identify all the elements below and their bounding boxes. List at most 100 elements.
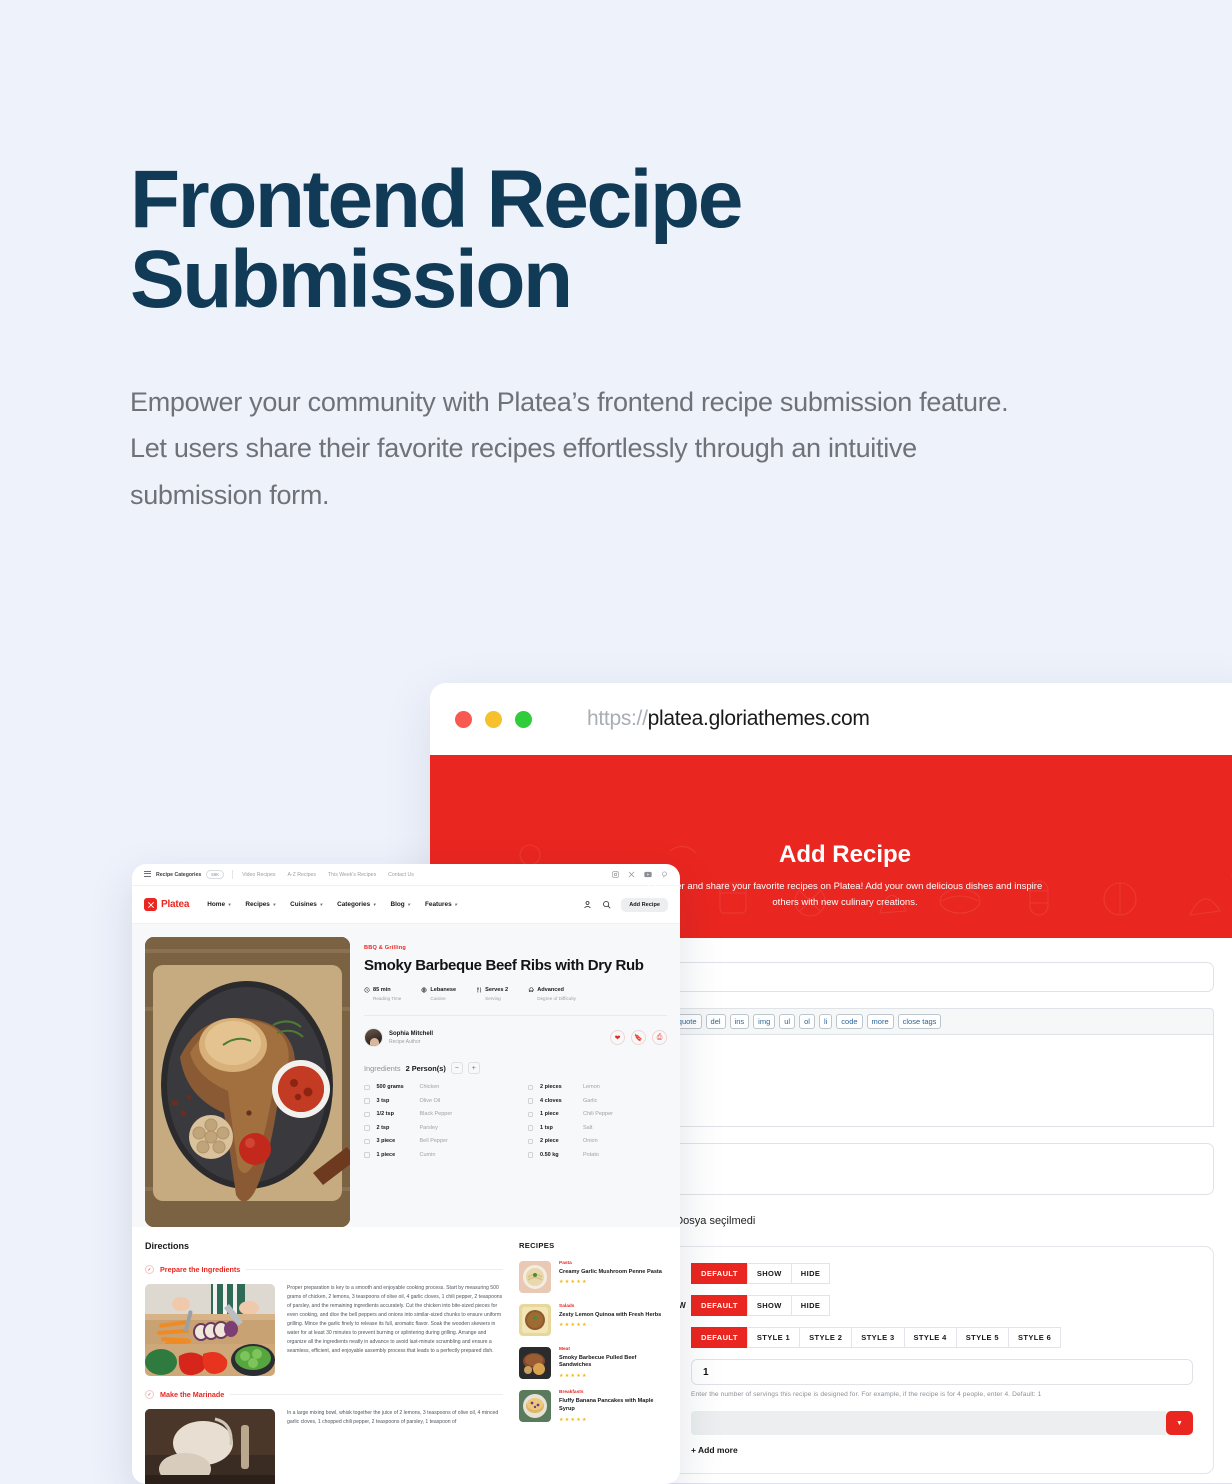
top-link-a-z-recipes[interactable]: A-Z Recipes xyxy=(287,872,316,878)
servings-input[interactable]: 1 xyxy=(691,1359,1193,1385)
menu-burger-icon[interactable] xyxy=(144,870,151,879)
sidebar-recipe-title[interactable]: Fluffy Banana Pancakes with Maple Syrup xyxy=(559,1398,667,1414)
ingredient-item[interactable]: 2 pieces Lemon xyxy=(527,1084,668,1091)
segment-style-4[interactable]: STYLE 4 xyxy=(903,1327,957,1348)
nav-item-features[interactable]: Features ▾ xyxy=(425,901,457,908)
quicktag-ins-button[interactable]: ins xyxy=(729,1014,750,1029)
maximize-green-icon[interactable] xyxy=(515,710,532,728)
ingredient-item[interactable]: 2 tsp Parsley xyxy=(364,1125,504,1131)
sidebar-recipe-category[interactable]: Breakfasts xyxy=(559,1390,667,1395)
chevron-down-icon[interactable]: ▼ xyxy=(1166,1411,1193,1435)
ingredient-checkbox[interactable] xyxy=(527,1138,533,1144)
x-icon[interactable] xyxy=(628,871,635,878)
sidebar-recipe-category[interactable]: Meat xyxy=(559,1347,667,1352)
ingredient-item[interactable]: 4 cloves Garlic xyxy=(527,1098,668,1104)
top-link-this-weeks-recipes[interactable]: This Week's Recipes xyxy=(328,872,376,878)
ingredient-checkbox[interactable] xyxy=(364,1111,370,1117)
nav-item-blog[interactable]: Blog ▾ xyxy=(390,901,410,908)
top-link-video-recipes[interactable]: Video Recipes xyxy=(242,872,275,878)
quicktag-li-button[interactable]: li xyxy=(818,1014,833,1029)
sidebar-recipe-title[interactable]: Zesty Lemon Quinoa with Fresh Herbs xyxy=(559,1312,661,1320)
ingredient-select-input[interactable] xyxy=(691,1411,1166,1435)
ingredient-checkbox[interactable] xyxy=(527,1111,533,1117)
recipe-category[interactable]: BBQ & Grilling xyxy=(364,945,667,951)
instagram-icon[interactable] xyxy=(612,871,619,878)
search-icon[interactable] xyxy=(602,900,611,909)
ingredient-item[interactable]: 0.50 kg Potato xyxy=(527,1152,668,1158)
servings-increase-button[interactable]: + xyxy=(467,1062,480,1075)
ingredient-checkbox[interactable] xyxy=(527,1084,533,1090)
segment-default[interactable]: DEFAULT xyxy=(691,1263,748,1284)
youtube-icon[interactable] xyxy=(644,871,652,878)
ingredient-checkbox[interactable] xyxy=(364,1152,370,1158)
minimize-yellow-icon[interactable] xyxy=(485,710,502,728)
segment-style-3[interactable]: STYLE 3 xyxy=(851,1327,905,1348)
print-icon[interactable]: ⎙ xyxy=(652,1030,667,1046)
segment-style-2[interactable]: STYLE 2 xyxy=(799,1327,853,1348)
quicktag-del-button[interactable]: del xyxy=(705,1014,726,1029)
quicktag-close-tags-button[interactable]: close tags xyxy=(897,1014,942,1029)
style-row-segments[interactable]: DEFAULT STYLE 1 STYLE 2 STYLE 3 STYLE 4 … xyxy=(691,1327,1062,1348)
ingredient-checkbox[interactable] xyxy=(527,1098,533,1104)
quicktag-ol-button[interactable]: ol xyxy=(799,1014,815,1029)
ingredient-checkbox[interactable] xyxy=(527,1152,533,1158)
segment-style-5[interactable]: STYLE 5 xyxy=(955,1327,1009,1348)
ingredient-checkbox[interactable] xyxy=(364,1125,370,1131)
segment-hide[interactable]: HIDE xyxy=(790,1263,831,1284)
add-more-button[interactable]: + Add more xyxy=(691,1445,1193,1455)
segment-default[interactable]: DEFAULT xyxy=(691,1327,748,1348)
ingredient-item[interactable]: 1 piece Chili Pepper xyxy=(527,1111,668,1117)
recipe-excerpt-textarea[interactable] xyxy=(600,1143,1214,1195)
ingredient-checkbox[interactable] xyxy=(364,1098,370,1104)
ingredient-checkbox[interactable] xyxy=(527,1125,533,1131)
sidebar-recipe-category[interactable]: Pasta xyxy=(559,1261,662,1266)
toggle-row-1-segments[interactable]: DEFAULT SHOW HIDE xyxy=(691,1263,831,1284)
ingredient-checkbox[interactable] xyxy=(364,1084,370,1090)
nav-item-cuisines[interactable]: Cuisines ▾ xyxy=(290,901,322,908)
segment-style-6[interactable]: STYLE 6 xyxy=(1008,1327,1062,1348)
top-link-contact-us[interactable]: Contact Us xyxy=(388,872,414,878)
brand-logo[interactable]: Platea xyxy=(144,898,189,911)
ingredient-checkbox[interactable] xyxy=(364,1138,370,1144)
quicktag-img-button[interactable]: img xyxy=(753,1014,776,1029)
ingredient-item[interactable]: 2 piece Onion xyxy=(527,1138,668,1144)
user-icon[interactable] xyxy=(583,900,592,909)
ingredient-item[interactable]: 3 piece Bell Pepper xyxy=(364,1138,504,1144)
segment-show[interactable]: SHOW xyxy=(746,1263,792,1284)
sidebar-recipe-item[interactable]: Salads Zesty Lemon Quinoa with Fresh Her… xyxy=(519,1304,667,1336)
ingredient-item[interactable]: 1/2 tsp Black Pepper xyxy=(364,1111,504,1117)
sidebar-recipe-title[interactable]: Creamy Garlic Mushroom Penne Pasta xyxy=(559,1269,662,1277)
segment-hide[interactable]: HIDE xyxy=(790,1295,831,1316)
recipe-title-input[interactable] xyxy=(600,962,1214,992)
nav-item-recipes[interactable]: Recipes ▾ xyxy=(245,901,275,908)
recipe-categories-label[interactable]: Recipe Categories xyxy=(156,872,201,878)
quicktag-more-button[interactable]: more xyxy=(866,1014,894,1029)
ingredient-item[interactable]: 1 tsp Salt xyxy=(527,1125,668,1131)
ingredient-item[interactable]: 1 piece Cumin xyxy=(364,1152,504,1158)
ingredient-item[interactable]: 3 tsp Olive Oil xyxy=(364,1098,504,1104)
recipe-description-editor[interactable] xyxy=(600,1035,1214,1127)
servings-decrease-button[interactable]: − xyxy=(450,1062,463,1075)
toggle-row-2-segments[interactable]: DEFAULT SHOW HIDE xyxy=(691,1295,831,1316)
sidebar-recipe-title[interactable]: Smoky Barbecue Pulled Beef Sandwiches xyxy=(559,1355,667,1371)
address-bar[interactable]: https://platea.gloriathemes.com xyxy=(587,707,870,731)
nav-item-home[interactable]: Home ▾ xyxy=(207,901,230,908)
segment-default[interactable]: DEFAULT xyxy=(691,1295,748,1316)
ingredient-item[interactable]: 500 grams Chicken xyxy=(364,1084,504,1090)
pinterest-icon[interactable] xyxy=(661,871,668,878)
close-red-icon[interactable] xyxy=(455,710,472,728)
bookmark-icon[interactable]: 🔖 xyxy=(631,1030,646,1046)
sidebar-recipe-category[interactable]: Salads xyxy=(559,1304,661,1309)
sidebar-recipe-item[interactable]: Meat Smoky Barbecue Pulled Beef Sandwich… xyxy=(519,1347,667,1379)
sidebar-recipe-item[interactable]: Breakfasts Fluffy Banana Pancakes with M… xyxy=(519,1390,667,1423)
sidebar-recipe-item[interactable]: Pasta Creamy Garlic Mushroom Penne Pasta… xyxy=(519,1261,667,1293)
author-name[interactable]: Sophia Mitchell xyxy=(389,1031,433,1037)
heart-icon[interactable]: ❤ xyxy=(610,1030,625,1046)
segment-style-1[interactable]: STYLE 1 xyxy=(746,1327,801,1348)
quicktag-ul-button[interactable]: ul xyxy=(779,1014,796,1029)
nav-item-categories[interactable]: Categories ▾ xyxy=(337,901,375,908)
recipe-image-file-input[interactable]: Dosya Seç Dosya seçilmedi xyxy=(600,1212,1214,1230)
segment-show[interactable]: SHOW xyxy=(746,1295,792,1316)
ingredient-qty: 2 pieces xyxy=(540,1084,562,1091)
quicktag-code-button[interactable]: code xyxy=(836,1014,863,1029)
